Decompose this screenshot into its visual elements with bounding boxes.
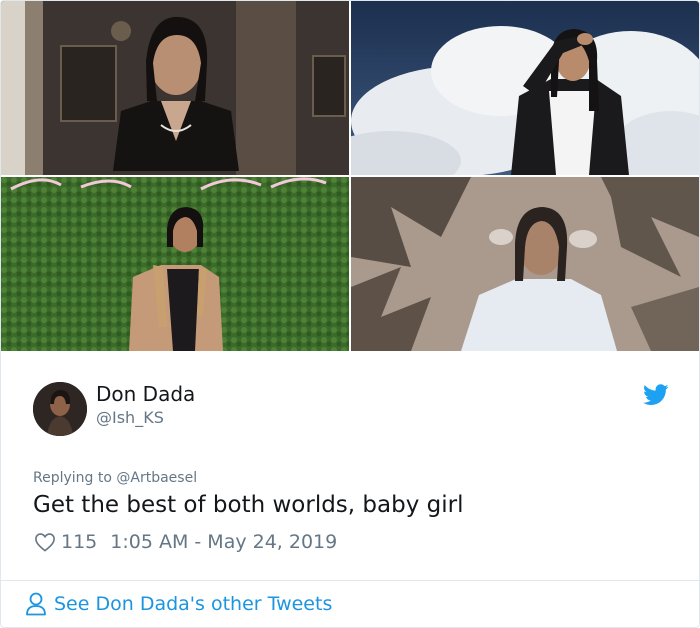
replying-to-link[interactable]: @Artbaesel	[116, 470, 197, 486]
photo-woman-sky-clouds	[351, 1, 699, 175]
twitter-bird-icon[interactable]	[643, 384, 669, 406]
heart-icon[interactable]	[34, 532, 56, 552]
media-grid	[1, 1, 699, 351]
avatar[interactable]	[33, 382, 87, 436]
see-other-tweets-link[interactable]: See Don Dada's other Tweets	[25, 592, 332, 616]
photo-3[interactable]	[1, 177, 349, 351]
photo-woman-palm-shadows	[351, 177, 699, 351]
like-count[interactable]: 115	[61, 531, 97, 553]
tweet-meta: 115 1:05 AM - May 24, 2019	[34, 530, 337, 554]
photo-woman-dark-room	[1, 1, 349, 175]
photo-1[interactable]	[1, 1, 349, 175]
replying-to: Replying to @Artbaesel	[33, 470, 197, 486]
see-other-tweets-label: See Don Dada's other Tweets	[54, 593, 333, 615]
person-icon	[26, 592, 46, 616]
photo-woman-green-wall	[1, 177, 349, 351]
author-name[interactable]: Don Dada	[96, 382, 195, 406]
replying-prefix: Replying to	[33, 470, 112, 486]
photo-4[interactable]	[351, 177, 699, 351]
photo-2[interactable]	[351, 1, 699, 175]
author-handle[interactable]: @Ish_KS	[96, 408, 164, 427]
tweet-card: Don Dada @Ish_KS Replying to @Artbaesel …	[0, 0, 700, 628]
timestamp[interactable]: 1:05 AM - May 24, 2019	[110, 531, 337, 553]
avatar-image	[33, 382, 87, 436]
tweet-text: Get the best of both worlds, baby girl	[33, 492, 464, 518]
divider	[1, 580, 699, 581]
